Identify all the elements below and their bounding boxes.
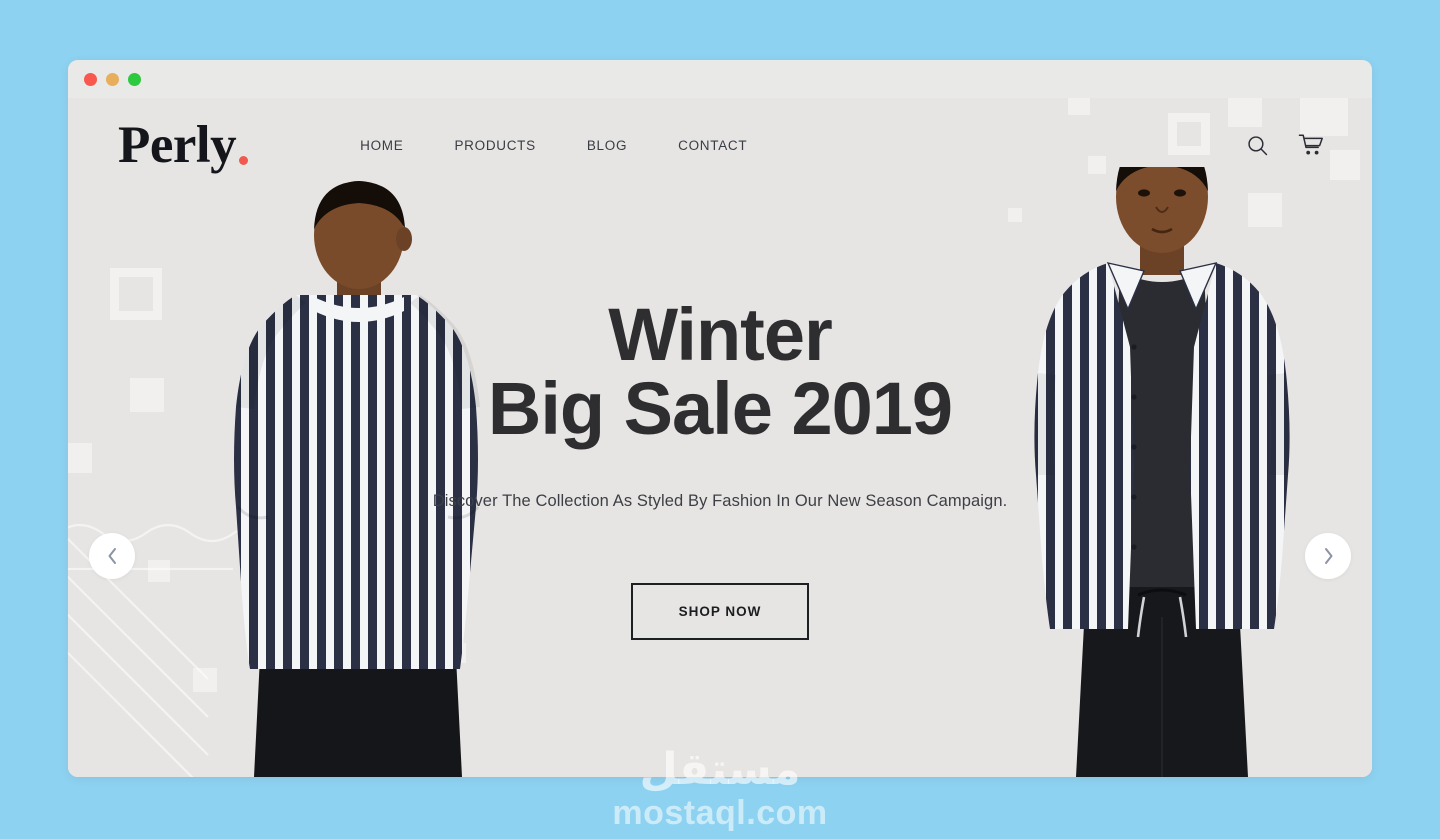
site-logo[interactable]: Perly [118,116,249,174]
main-navigation: HOME PRODUCTS BLOG CONTACT [360,138,747,153]
hero-title-line-1: Winter [608,293,833,376]
hero-subtitle: Discover The Collection As Styled By Fas… [432,492,1008,510]
cart-icon[interactable] [1298,133,1324,158]
logo-text: Perly [118,116,237,174]
shop-now-button[interactable]: SHOP NOW [630,583,810,640]
website-page: Perly HOME PRODUCTS BLOG CONTACT Winter … [68,98,1372,777]
hero-section: Winter Big Sale 2019 Discover The Collec… [68,167,1372,777]
nav-item-contact[interactable]: CONTACT [678,138,747,153]
chevron-left-icon [108,548,116,564]
browser-window: Perly HOME PRODUCTS BLOG CONTACT Winter … [68,60,1372,777]
nav-item-blog[interactable]: BLOG [587,138,627,153]
watermark-latin: mostaql.com [612,794,828,832]
chevron-right-icon [1324,548,1332,564]
window-close-button[interactable] [84,72,97,86]
carousel-prev-button[interactable] [89,533,135,579]
header-actions [1245,133,1324,158]
hero-content: Winter Big Sale 2019 Discover The Collec… [68,298,1372,640]
nav-item-products[interactable]: PRODUCTS [454,138,535,153]
window-maximize-button[interactable] [128,72,141,86]
carousel-next-button[interactable] [1305,533,1351,579]
window-titlebar [68,60,1372,98]
logo-dot-icon [239,156,249,165]
nav-item-home[interactable]: HOME [360,138,403,153]
site-header: Perly HOME PRODUCTS BLOG CONTACT [68,98,1372,193]
hero-title-line-2: Big Sale 2019 [487,367,953,450]
window-minimize-button[interactable] [106,72,119,86]
hero-title: Winter Big Sale 2019 [68,298,1372,446]
search-icon[interactable] [1245,133,1270,158]
